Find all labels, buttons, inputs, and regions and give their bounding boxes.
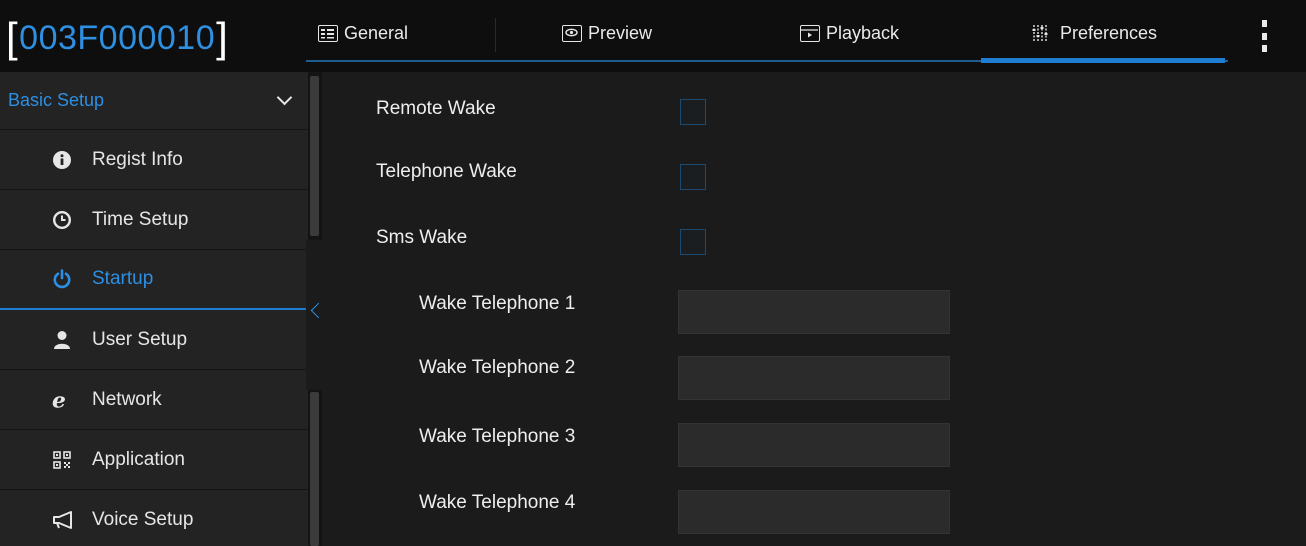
user-icon	[52, 330, 72, 350]
tab-playback[interactable]: Playback	[800, 0, 980, 66]
sidebar-item-label: Regist Info	[92, 148, 183, 170]
tab-preview-label: Preview	[588, 22, 653, 43]
remote-wake-checkbox[interactable]	[680, 99, 706, 125]
clock-icon	[52, 210, 72, 230]
general-icon	[318, 24, 338, 42]
bracket-open: [	[6, 14, 19, 61]
sms-wake-checkbox[interactable]	[680, 229, 706, 255]
info-icon	[52, 150, 72, 170]
sidebar-item-application[interactable]: Application	[0, 430, 308, 490]
wake-telephone-4-input[interactable]	[678, 490, 950, 534]
sidebar-group-label: Basic Setup	[8, 90, 105, 110]
wake-telephone-3-input[interactable]	[678, 423, 950, 467]
sidebar-item-voice-setup[interactable]: Voice Setup	[0, 490, 308, 546]
sidebar-scrollbar-thumb[interactable]	[310, 76, 319, 236]
qr-code-icon	[52, 450, 72, 470]
wake-telephone-2-label: Wake Telephone 2	[419, 357, 576, 378]
sidebar-item-label: Network	[92, 388, 162, 410]
sidebar-item-regist-info[interactable]: Regist Info	[0, 130, 308, 190]
sidebar-item-label: User Setup	[92, 328, 188, 350]
tab-playback-label: Playback	[826, 22, 900, 43]
top-bar: [ 003F000010 ] General Preview Playback …	[0, 0, 1306, 72]
device-id-title: [ 003F000010 ]	[6, 10, 228, 66]
wake-telephone-3-label: Wake Telephone 3	[419, 426, 576, 447]
startup-settings-panel: Remote Wake Telephone Wake Sms Wake Wake…	[324, 72, 1306, 546]
kebab-dot	[1261, 20, 1267, 27]
sidebar-group-basic-setup[interactable]: Basic Setup	[0, 72, 308, 130]
playback-icon	[800, 24, 820, 42]
sidebar-item-startup[interactable]: Startup	[0, 250, 308, 310]
kebab-dot	[1261, 32, 1267, 40]
tab-general[interactable]: General	[318, 0, 496, 66]
preview-icon	[562, 24, 582, 42]
sidebar: Basic Setup Regist Info Time Setup Start…	[0, 72, 308, 546]
sidebar-item-time-setup[interactable]: Time Setup	[0, 190, 308, 250]
ie-browser-icon: e	[52, 390, 72, 410]
bracket-close: ]	[216, 14, 229, 61]
power-icon	[52, 269, 72, 289]
sidebar-item-user-setup[interactable]: User Setup	[0, 310, 308, 370]
tab-general-label: General	[344, 22, 409, 43]
megaphone-icon	[52, 510, 76, 530]
sidebar-item-label: Startup	[92, 268, 154, 289]
svg-text:e: e	[52, 390, 66, 410]
telephone-wake-label: Telephone Wake	[376, 161, 517, 182]
preferences-icon	[1032, 24, 1052, 42]
more-menu-icon[interactable]	[1256, 20, 1272, 52]
tab-preferences[interactable]: Preferences	[1032, 0, 1232, 66]
tab-preview[interactable]: Preview	[562, 0, 742, 66]
sms-wake-label: Sms Wake	[376, 227, 468, 248]
sidebar-item-label: Time Setup	[92, 208, 189, 230]
tab-divider	[495, 18, 496, 52]
sidebar-scrollbar-thumb-lower[interactable]	[310, 392, 319, 546]
device-id-text: 003F000010	[19, 18, 216, 57]
telephone-wake-checkbox[interactable]	[680, 164, 706, 190]
sidebar-item-label: Voice Setup	[92, 508, 194, 530]
sidebar-item-label: Application	[92, 448, 185, 470]
wake-telephone-4-label: Wake Telephone 4	[419, 492, 576, 513]
kebab-dot	[1261, 45, 1267, 52]
chevron-down-icon	[276, 89, 293, 106]
active-tab-indicator	[981, 58, 1225, 63]
sidebar-item-network[interactable]: e Network	[0, 370, 308, 430]
tab-preferences-label: Preferences	[1060, 22, 1158, 43]
wake-telephone-1-label: Wake Telephone 1	[419, 293, 576, 314]
wake-telephone-2-input[interactable]	[678, 356, 950, 400]
wake-telephone-1-input[interactable]	[678, 290, 950, 334]
remote-wake-label: Remote Wake	[376, 98, 496, 119]
